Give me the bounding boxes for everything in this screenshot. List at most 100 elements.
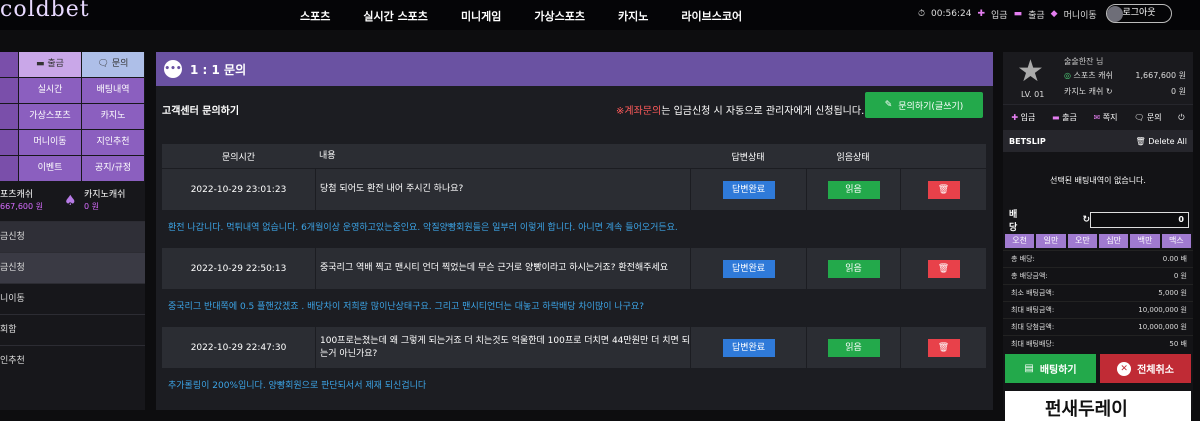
answer-status-badge: 답변완료: [722, 338, 775, 357]
left-link-referral[interactable]: 인추천: [0, 345, 145, 376]
logout-button[interactable]: 로그아웃: [1106, 4, 1172, 23]
top-bar: coldbet 스포츠 실시간 스포츠 미니게임 가상스포츠 카지노 라이브스코…: [0, 0, 1200, 30]
bet-info-list: 총 배당: 0.00 배 총 배당금액: 0 원 최소 배팅금액: 5,000 원 최…: [1003, 250, 1193, 352]
refresh-icon[interactable]: ↻: [1103, 87, 1113, 96]
betslip-header: BETSLIP 🗑 Delete All: [1003, 130, 1193, 152]
menu-casino[interactable]: 카지노: [82, 104, 144, 129]
left-wallet: 포츠캐쉬 667,600 원 ♠ 카지노캐쉬 0 원: [0, 181, 145, 221]
betslip-title: BETSLIP: [1009, 136, 1046, 146]
casino-cash-line: 카지노 캐쉬 ↻ 0 원: [1064, 86, 1186, 97]
col-time: 문의시간: [221, 152, 256, 163]
menu-bet-history[interactable]: 배팅내역: [82, 78, 144, 103]
nav-livescore[interactable]: 라이브스코어: [681, 8, 742, 24]
left-link-deposit-request[interactable]: 금신청: [0, 221, 145, 252]
casino-cash-label: 카지노 캐쉬 ↻: [1064, 86, 1113, 97]
menu-virtual[interactable]: 가상스포츠: [19, 104, 81, 129]
menu-live[interactable]: 실시간: [19, 78, 81, 103]
nav-live-sports[interactable]: 실시간 스포츠: [363, 8, 428, 24]
info-row: 최대 배팅금액: 10,000,000 원: [1003, 301, 1193, 318]
menu-withdraw[interactable]: ▬ 출금: [19, 52, 81, 77]
write-inquiry-label: 문의하기(글쓰기): [898, 101, 964, 112]
withdraw-link[interactable]: 출금: [1028, 8, 1045, 21]
nav-minigame[interactable]: 미니게임: [461, 8, 501, 24]
delete-cell: 🗑: [900, 169, 986, 210]
info-row: 최대 당첨금액: 10,000,000 원: [1003, 318, 1193, 335]
menu-referral[interactable]: 지인추천: [82, 130, 144, 155]
right-deposit-label: 입금: [1020, 113, 1036, 122]
row-content[interactable]: 중국리그 역배 찍고 맨시티 언더 찍었는데 무슨 근거로 양빵이라고 하시는거…: [315, 248, 690, 289]
menu-money-move[interactable]: 머니이동: [19, 130, 81, 155]
deposit-icon: ✚: [977, 9, 985, 19]
left-link-withdraw-request[interactable]: 금신청: [0, 252, 145, 283]
user-name: 술술한잔 님: [1064, 57, 1104, 66]
answer-text: 추가롤링이 200%입니다. 양빵회원으로 판단되서서 제재 되신겁니다: [168, 381, 427, 391]
nav-virtual-sports[interactable]: 가상스포츠: [534, 8, 585, 24]
cancel-all-button[interactable]: ✕ 전체취소: [1100, 354, 1191, 383]
delete-all-button[interactable]: 🗑 Delete All: [1136, 137, 1187, 146]
left-link-money-move[interactable]: 니이동: [0, 283, 145, 314]
promo-banner[interactable]: 펀새두레이: [1005, 391, 1191, 421]
level-star-icon: ★: [1017, 54, 1044, 89]
place-bet-button[interactable]: ▤ 배팅하기: [1005, 354, 1096, 383]
menu-event[interactable]: 이벤트: [19, 156, 81, 181]
delete-cell: 🗑: [900, 248, 986, 289]
trash-icon[interactable]: 🗑: [927, 259, 960, 278]
chip-10000[interactable]: 일만: [1036, 234, 1066, 248]
casino-cash-value: 0 원: [1171, 87, 1186, 96]
menu-notice[interactable]: 공지/규정: [82, 156, 144, 181]
chip-max[interactable]: 맥스: [1161, 234, 1191, 248]
read-status-cell: 읽음: [806, 169, 900, 210]
menu-stub[interactable]: [0, 130, 18, 155]
table-row[interactable]: 2022-10-29 22:50:13 중국리그 역배 찍고 맨시티 언더 찍었…: [162, 247, 986, 289]
table-row[interactable]: 2022-10-29 22:47:30 100프로는쳤는데 왜 그렇게 되는거죠…: [162, 326, 986, 368]
chip-5000[interactable]: 오천: [1005, 234, 1035, 248]
right-message-label: 쪽지: [1102, 113, 1118, 122]
casino-cash-label-text: 카지노 캐쉬: [1064, 87, 1104, 96]
main-content: ••• 1 : 1 문의 고객센터 문의하기 ※계좌문의는 입금신청 시 자동으…: [156, 52, 993, 410]
chip-1000000[interactable]: 백만: [1130, 234, 1160, 248]
menu-inquiry[interactable]: 🗨 문의: [82, 52, 144, 77]
trash-icon[interactable]: 🗑: [927, 338, 960, 357]
trash-icon[interactable]: 🗑: [927, 180, 960, 199]
casino-chip-icon: ♠: [64, 193, 77, 209]
place-bet-label: 배팅하기: [1039, 365, 1077, 376]
nav-sports[interactable]: 스포츠: [300, 8, 330, 24]
left-link-mailbox[interactable]: 회함: [0, 314, 145, 345]
sports-wallet: 포츠캐쉬 667,600 원: [0, 190, 64, 212]
nav-casino[interactable]: 카지노: [618, 8, 648, 24]
chip-100000[interactable]: 십만: [1098, 234, 1129, 248]
power-icon[interactable]: ⏻: [1178, 113, 1184, 123]
logo[interactable]: coldbet: [0, 0, 90, 22]
right-inquiry-button[interactable]: 🗨 문의: [1134, 112, 1161, 123]
row-content[interactable]: 당첨 되어도 환전 내어 주시긴 하나요?: [315, 169, 690, 210]
menu-stub[interactable]: [0, 78, 18, 103]
read-status-cell: 읽음: [806, 248, 900, 289]
sub-header: 고객센터 문의하기 ※계좌문의는 입금신청 시 자동으로 관리자에게 신청됩니다…: [156, 86, 993, 138]
menu-stub[interactable]: [0, 104, 18, 129]
refresh-icon[interactable]: ↻: [1083, 215, 1091, 225]
right-withdraw-button[interactable]: ▬ 출금: [1052, 112, 1077, 123]
menu-stub[interactable]: [0, 52, 18, 77]
right-message-button[interactable]: ✉ 쪽지: [1094, 112, 1118, 123]
delete-all-label: Delete All: [1148, 136, 1187, 146]
info-value: 10,000,000 원: [1138, 306, 1187, 314]
chip-50000[interactable]: 오만: [1067, 234, 1097, 248]
write-inquiry-button[interactable]: ✎ 문의하기(글쓰기): [865, 92, 983, 118]
right-deposit-button[interactable]: ✚ 입금: [1011, 112, 1035, 123]
menu-stub[interactable]: [0, 156, 18, 181]
plus-icon: ✚: [1011, 113, 1021, 122]
info-value: 50 배: [1169, 340, 1187, 348]
info-value: 5,000 원: [1158, 289, 1187, 297]
deposit-link[interactable]: 입금: [991, 8, 1008, 21]
read-status-badge: 읽음: [827, 338, 880, 357]
info-row: 총 배당금액: 0 원: [1003, 267, 1193, 284]
bet-amount-input[interactable]: 0: [1090, 212, 1189, 228]
answer-status-cell: 답변완료: [690, 248, 806, 289]
row-content[interactable]: 100프로는쳤는데 왜 그렇게 되는거죠 더 치는것도 억울한데 100프로 더…: [315, 327, 690, 368]
money-move-link[interactable]: 머니이동: [1064, 8, 1097, 21]
table-row[interactable]: 2022-10-29 23:01:23 당첨 되어도 환전 내어 주시긴 하나요…: [162, 168, 986, 210]
profile-box: ★ LV. 01 술술한잔 님 ◎ 스포츠 캐쉬 1,667,600 원 카지노…: [1003, 52, 1193, 104]
section-title: 고객센터 문의하기: [162, 106, 240, 117]
clock-time: 00:56:24: [931, 9, 972, 19]
casino-wallet-value: 0 원: [84, 202, 99, 211]
